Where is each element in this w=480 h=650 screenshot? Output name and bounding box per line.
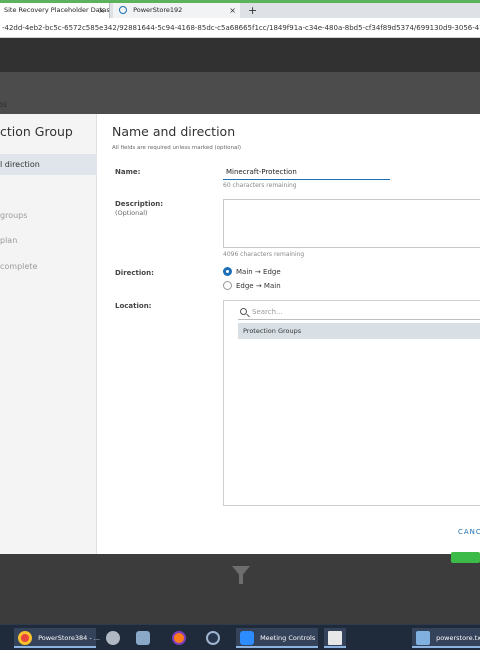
taskbar-item-notepad[interactable]: powerstore.txt - — [412, 628, 480, 648]
step-name-and-direction[interactable]: l direction — [0, 154, 97, 175]
step-recovery-plan[interactable]: plan — [0, 230, 97, 251]
tree-item-protection-groups[interactable]: Protection Groups — [238, 323, 480, 339]
location-search-input[interactable]: Search... — [238, 305, 480, 320]
wizard-steps-nav: ction Group l direction groups plan comp… — [0, 114, 97, 554]
description-chars-remaining: 4096 characters remaining — [223, 251, 305, 258]
app-background — [0, 552, 480, 624]
new-tab-button[interactable]: + — [248, 3, 257, 18]
location-label: Location: — [115, 302, 152, 310]
app-icon — [106, 631, 120, 645]
step-protection-groups[interactable]: groups — [0, 205, 97, 226]
wizard-title: ction Group — [0, 124, 73, 139]
description-optional-label: (Optional) — [115, 209, 148, 217]
direction-option-label: Main → Edge — [236, 267, 281, 276]
taskbar-item-app[interactable] — [106, 628, 126, 648]
app-header — [0, 38, 480, 72]
location-tree-panel: Search... Protection Groups — [223, 300, 480, 506]
favicon-icon — [119, 6, 127, 14]
wizard-content: Name and direction All fields are requir… — [97, 114, 480, 554]
direction-option-edge-to-main[interactable]: Edge → Main — [223, 281, 281, 290]
notepad-icon — [416, 631, 430, 645]
browser-tab-site-recovery[interactable]: Site Recovery Placeholder Datast × — [0, 3, 110, 18]
search-placeholder: Search... — [252, 308, 283, 316]
page-title: Name and direction — [112, 124, 236, 139]
chrome-icon — [18, 631, 32, 645]
taskbar-item-window[interactable] — [324, 628, 346, 648]
firefox-icon — [172, 631, 186, 645]
paint-icon — [136, 631, 150, 645]
taskbar-item-label: Meeting Controls — [260, 634, 316, 642]
app-subheader: os — [0, 72, 480, 114]
tool-icon — [206, 631, 220, 645]
radio-unselected-icon[interactable] — [223, 281, 232, 290]
direction-option-label: Edge → Main — [236, 281, 281, 290]
browser-tab-bar: Site Recovery Placeholder Datast × Power… — [0, 0, 480, 18]
breadcrumb: os — [0, 100, 8, 109]
step-ready-to-complete[interactable]: complete — [0, 256, 97, 277]
wizard-dialog: ction Group l direction groups plan comp… — [0, 114, 480, 554]
address-bar[interactable]: -42dd-4eb2-bc5c-6572c585e342/92881644-5c… — [0, 18, 480, 38]
description-input[interactable] — [223, 199, 480, 248]
taskbar: PowerStore384 - ... Meeting Controls pow… — [0, 624, 480, 650]
close-tab-icon[interactable]: × — [98, 3, 105, 18]
description-label: Description: — [115, 200, 164, 208]
name-input[interactable] — [223, 165, 390, 180]
taskbar-item-firefox[interactable] — [172, 628, 192, 648]
required-fields-note: All fields are required unless marked (o… — [112, 145, 242, 151]
browser-tab-powerstore[interactable]: PowerStore192 × — [113, 3, 240, 18]
green-action-button[interactable] — [451, 552, 480, 563]
taskbar-item-label: powerstore.txt - — [436, 634, 480, 642]
search-icon — [240, 308, 247, 315]
cancel-button[interactable]: CANC — [458, 528, 480, 536]
radio-selected-icon[interactable] — [223, 267, 232, 276]
taskbar-item-chrome[interactable]: PowerStore384 - ... — [14, 628, 100, 648]
taskbar-item-tool[interactable] — [206, 628, 226, 648]
close-tab-icon[interactable]: × — [229, 3, 236, 18]
taskbar-item-paint[interactable] — [136, 628, 156, 648]
tab-label: Site Recovery Placeholder Datast — [4, 6, 110, 14]
name-label: Name: — [115, 168, 141, 176]
window-icon — [328, 631, 342, 645]
filter-icon — [232, 566, 250, 584]
name-chars-remaining: 60 characters remaining — [223, 182, 297, 189]
taskbar-item-label: PowerStore384 - ... — [38, 634, 100, 642]
zoom-icon — [240, 631, 254, 645]
taskbar-item-meeting-controls[interactable]: Meeting Controls — [236, 628, 318, 648]
tab-label: PowerStore192 — [133, 6, 183, 14]
direction-label: Direction: — [115, 269, 154, 277]
direction-option-main-to-edge[interactable]: Main → Edge — [223, 267, 281, 276]
